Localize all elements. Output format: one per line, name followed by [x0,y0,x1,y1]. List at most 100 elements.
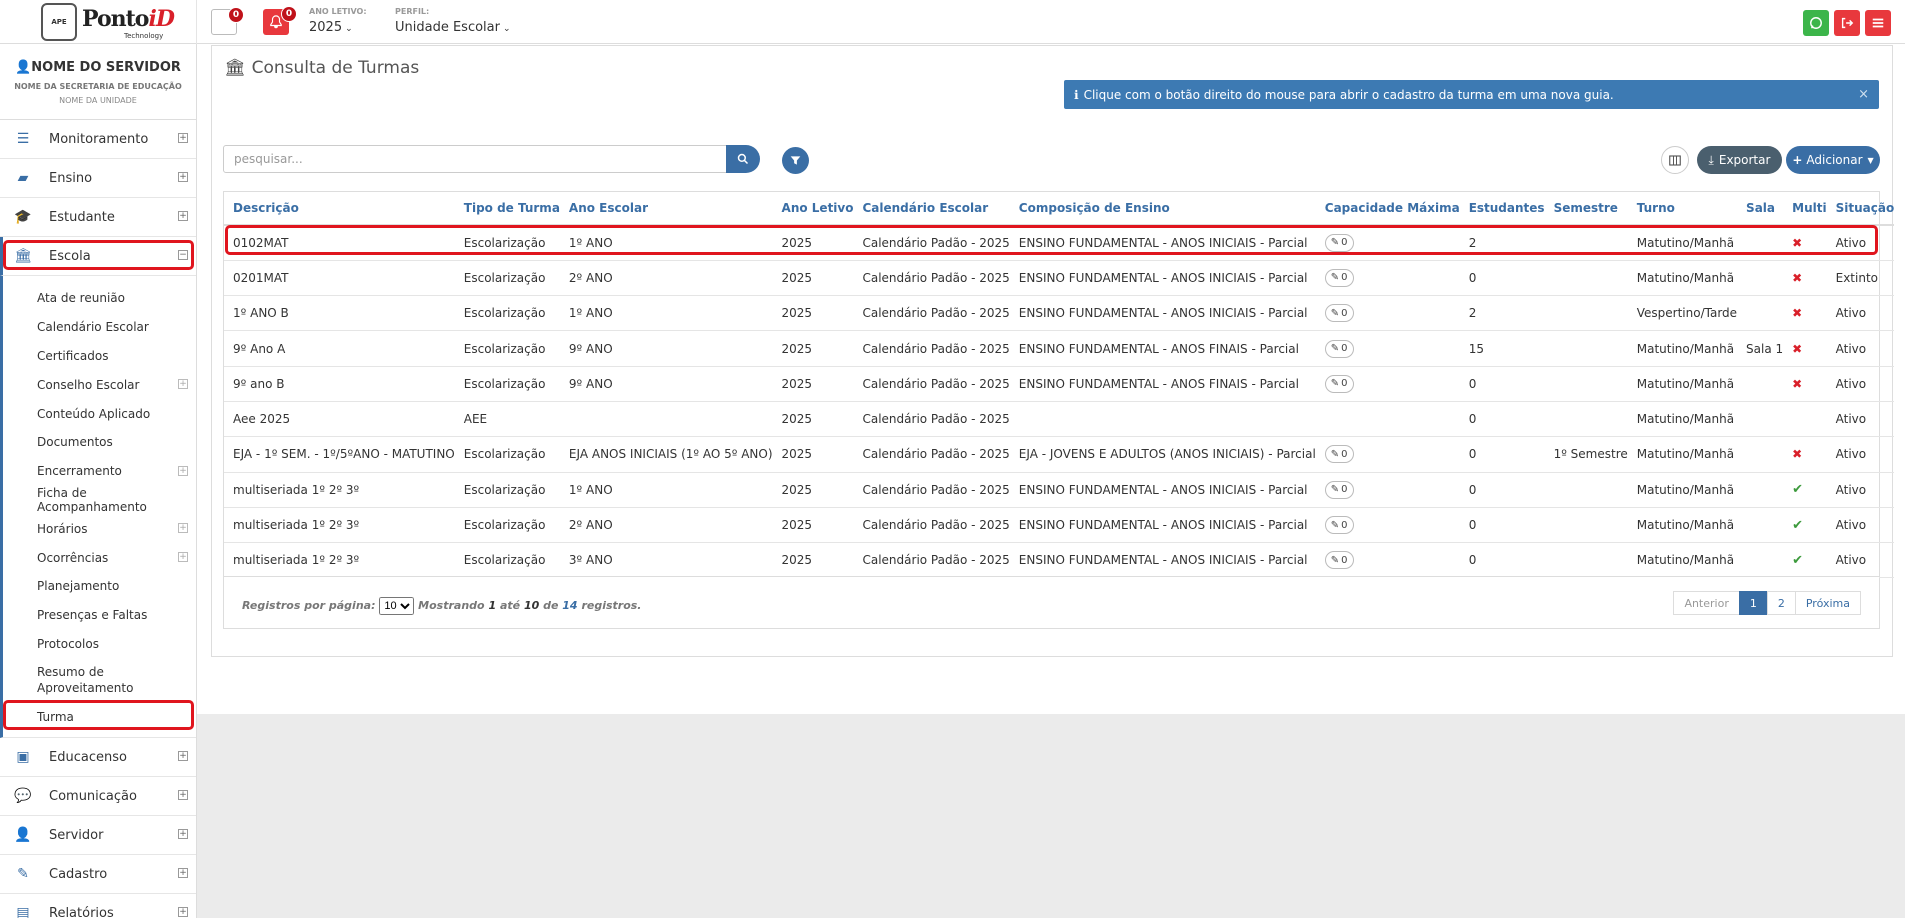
table-cell [1544,401,1628,438]
capacity-edit-button[interactable]: ✎ 0 [1324,233,1354,252]
table-row[interactable]: multiseriada 1º 2º 3º Escolarização 2º ANO… [224,507,1895,544]
whatsapp-button[interactable] [1803,10,1829,36]
filter-button[interactable] [782,147,809,174]
sidebar-subitem-ocorrencias[interactable]: Ocorrências + [3,543,196,572]
sidebar-subitem-calendario[interactable]: Calendário Escolar [3,313,196,342]
table-cell: 3º ANO [559,542,773,579]
table-cell [1737,542,1784,579]
multi-cell: ✖ [1783,366,1827,402]
column-header[interactable]: Situação [1826,192,1895,226]
column-header[interactable]: Calendário Escolar [853,192,1010,226]
capacity-edit-button[interactable]: ✎ 0 [1324,551,1354,570]
logo-tagline: Technology [124,32,164,40]
sidebar-subitem-resumo[interactable]: Resumo de Aproveitamento [3,658,196,702]
sidebar-subitem-conselho[interactable]: Conselho Escolar + [3,370,196,399]
column-header[interactable]: Turno [1627,192,1738,226]
column-header[interactable]: Descrição [224,192,455,226]
column-header[interactable]: Composição de Ensino [1009,192,1316,226]
hamburger-icon [1872,18,1884,28]
search-input[interactable]: pesquisar... [223,145,727,173]
divider [196,0,197,44]
capacity-edit-button[interactable]: ✎ 0 [1324,339,1354,358]
sidebar-item-cadastro[interactable]: ✎ Cadastro + [0,855,196,895]
capacity-edit-button[interactable]: ✎ 0 [1324,374,1354,393]
logo[interactable]: APE PontoiD Technology [36,2,175,42]
column-header[interactable]: Multi [1783,192,1827,226]
column-header[interactable]: Ano Escolar [559,192,773,226]
sidebar-subitem-presencas[interactable]: Presenças e Faltas [3,601,196,630]
capacity-edit-button[interactable]: ✎ 0 [1324,268,1354,287]
sidebar-item-educacenso[interactable]: ▣ Educacenso + [0,738,196,778]
unidade-name: NOME DA UNIDADE [59,96,137,105]
capacity-edit-button[interactable]: ✎ 0 [1324,445,1354,464]
notifications-button[interactable]: 0 [263,6,297,35]
column-header[interactable]: Estudantes [1459,192,1545,226]
sidebar-item-comunicacao[interactable]: 💬 Comunicação + [0,777,196,817]
sidebar-subitem-encerramento[interactable]: Encerramento + [3,457,196,486]
column-header[interactable]: Capacidade Máxima [1315,192,1460,226]
multi-cell: ✖ [1783,225,1827,261]
column-header[interactable]: Tipo de Turma [454,192,560,226]
per-page-select[interactable]: 10 [379,597,415,615]
table-row[interactable]: 0102MAT Escolarização 1º ANO 2025 Calendário… [224,225,1895,261]
sidebar-subitem-planejamento[interactable]: Planejamento [3,572,196,601]
table-cell: 0 [1459,472,1545,508]
capacity-edit-button[interactable]: ✎ 0 [1324,480,1354,499]
sidebar-item-monitoramento[interactable]: ☰ Monitoramento + [0,120,196,159]
next-page-button[interactable]: Próxima [1794,591,1861,615]
check-icon: ✔ [1792,517,1804,533]
sidebar-item-servidor[interactable]: 👤 Servidor + [0,816,196,856]
sidebar-subitem-certificados[interactable]: Certificados [3,342,196,371]
sidebar-subitem-turma[interactable]: Turma [3,702,196,731]
sidebar-item-estudante[interactable]: 🎓 Estudante + [0,198,196,237]
table-cell: Matutino/Manhã [1627,225,1738,261]
table-row[interactable]: EJA - 1º SEM. - 1º/5ºANO - MATUTINO Escol… [224,436,1895,473]
table-row[interactable]: Aee 2025 AEE 2025 Calendário Padão - 2025 0 M… [224,401,1895,438]
expand-icon: + [178,465,188,476]
times-icon: ✖ [1792,341,1803,356]
sidebar-subitem-protocolos[interactable]: Protocolos [3,630,196,659]
capacity-edit-button[interactable]: ✎ 0 [1324,516,1354,535]
column-header[interactable]: Sala [1737,192,1784,226]
sidebar-item-ensino[interactable]: ▰ Ensino + [0,159,196,198]
table-row[interactable]: 9º Ano A Escolarização 9º ANO 2025 Calendári… [224,330,1895,367]
sidebar-subitem-ficha[interactable]: Ficha de Acompanhamento [3,486,196,515]
messages-button[interactable]: 0 [211,7,244,35]
menu-button[interactable] [1865,10,1891,36]
prev-page-button[interactable]: Anterior [1673,591,1740,615]
table-row[interactable]: 1º ANO B Escolarização 1º ANO 2025 Calendári… [224,295,1895,332]
add-button[interactable]: + Adicionar ▼ [1786,146,1880,174]
sidebar-subitem-documentos[interactable]: Documentos [3,428,196,457]
table-cell: 9º Ano A [224,330,455,367]
table-row[interactable]: 9º ano B Escolarização 9º ANO 2025 Calendári… [224,366,1895,402]
sidebar-subitem-horarios[interactable]: Horários + [3,514,196,543]
table-cell: Vespertino/Tarde [1627,295,1738,332]
column-header[interactable]: Ano Letivo [772,192,854,226]
sidebar-subitem-ata[interactable]: Ata de reunião [3,284,196,313]
page-2-button[interactable]: 2 [1766,591,1796,615]
logout-button[interactable] [1834,10,1860,36]
sidebar-item-relatorios[interactable]: ▤ Relatórios + [0,894,196,918]
ano-letivo-select[interactable]: 2025 ⌄ [309,20,353,35]
sidebar-subitem-conteudo[interactable]: Conteúdo Aplicado [3,399,196,428]
capacity-edit-button[interactable]: ✎ 0 [1324,304,1354,323]
export-button[interactable]: ⤓ Exportar [1697,146,1782,174]
user-icon: 👤 [14,827,32,844]
table-row[interactable]: 0201MAT Escolarização 2º ANO 2025 Calendário… [224,260,1895,297]
column-header[interactable]: Semestre [1544,192,1628,226]
table-cell: Ativo [1826,436,1895,473]
sidebar-item-label: Escola [49,248,91,264]
table-cell [1737,225,1784,261]
table-cell: 2º ANO [559,507,773,544]
columns-button[interactable] [1661,146,1689,174]
perfil-select[interactable]: Unidade Escolar ⌄ [395,20,511,35]
search-button[interactable] [726,145,760,173]
multi-cell: ✔ [1783,507,1827,544]
close-icon[interactable]: × [1858,87,1869,102]
table-row[interactable]: multiseriada 1º 2º 3º Escolarização 1º ANO… [224,472,1895,508]
sidebar-item-escola[interactable]: 🏛 Escola − [0,237,196,276]
table-cell [1544,542,1628,579]
table-row[interactable]: multiseriada 1º 2º 3º Escolarização 3º ANO… [224,542,1895,579]
table-cell: ENSINO FUNDAMENTAL - ANOS INICIAIS - Par… [1009,542,1316,579]
page-1-button[interactable]: 1 [1738,591,1768,615]
